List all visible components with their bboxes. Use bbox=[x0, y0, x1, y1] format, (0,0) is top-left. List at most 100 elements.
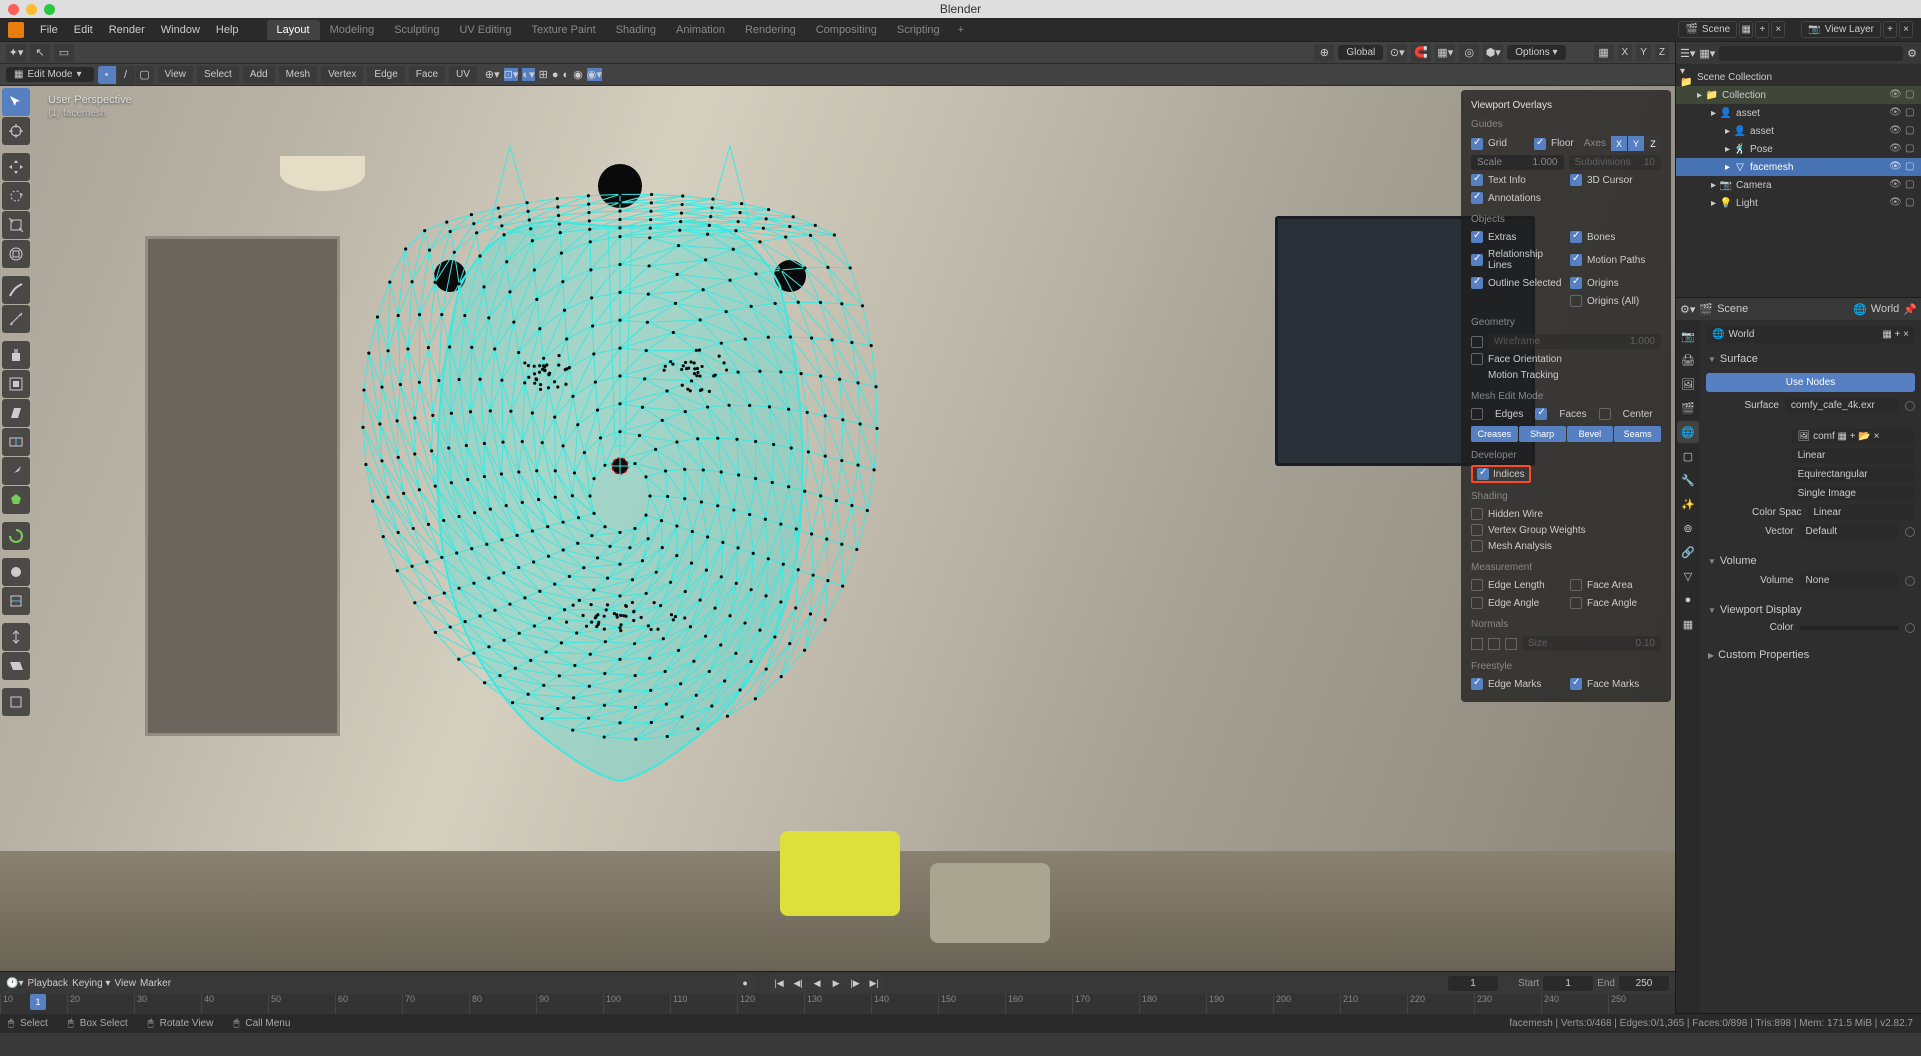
transform-tool[interactable] bbox=[2, 240, 30, 268]
edge-marks-checkbox[interactable] bbox=[1471, 678, 1483, 690]
viewlayer-new-button[interactable]: + bbox=[1883, 21, 1897, 38]
face-select-mode[interactable]: ▢ bbox=[136, 66, 154, 84]
edge-select-mode[interactable]: / bbox=[117, 66, 135, 84]
tl-view-menu[interactable]: View bbox=[114, 978, 136, 989]
shading-solid-icon[interactable]: ● bbox=[552, 69, 559, 81]
normal-vertex-btn[interactable] bbox=[1471, 638, 1483, 650]
normal-face-btn[interactable] bbox=[1505, 638, 1517, 650]
projection-select[interactable]: Equirectangular bbox=[1792, 467, 1915, 482]
wireframe-checkbox[interactable] bbox=[1471, 336, 1483, 348]
viewlayer-delete-button[interactable]: × bbox=[1899, 21, 1913, 38]
vp-color-field[interactable] bbox=[1800, 626, 1900, 630]
select-box-tool[interactable] bbox=[2, 88, 30, 116]
tab-sculpting[interactable]: Sculpting bbox=[384, 20, 449, 40]
tree-item-asset[interactable]: ▸ 👤asset👁▢ bbox=[1676, 122, 1921, 140]
motion-paths-checkbox[interactable] bbox=[1570, 254, 1582, 266]
region-tool[interactable] bbox=[2, 688, 30, 716]
cursor-tool-icon[interactable]: ↖ bbox=[30, 44, 50, 62]
origins-all-checkbox[interactable] bbox=[1570, 295, 1582, 307]
3d-cursor-checkbox[interactable] bbox=[1570, 174, 1582, 186]
smooth-tool[interactable] bbox=[2, 558, 30, 586]
move-tool[interactable] bbox=[2, 153, 30, 181]
outliner-filter-icon[interactable]: ⚙ bbox=[1907, 47, 1917, 60]
vertex-select-mode[interactable]: • bbox=[98, 66, 116, 84]
scale-tool[interactable] bbox=[2, 211, 30, 239]
wireframe-field[interactable]: Wireframe1.000 bbox=[1488, 334, 1661, 349]
props-editor-icon[interactable]: ⚙▾ bbox=[1680, 303, 1695, 316]
axis-x-button[interactable]: X bbox=[1611, 136, 1627, 151]
measure-tool[interactable] bbox=[2, 305, 30, 333]
bones-checkbox[interactable] bbox=[1570, 231, 1582, 243]
tab-layout[interactable]: Layout bbox=[267, 20, 320, 40]
sharp-button[interactable]: Sharp bbox=[1519, 426, 1566, 442]
world-datablock[interactable]: 🌐 World▦ + × bbox=[1706, 326, 1915, 343]
xyz-axis-y[interactable]: Y bbox=[1636, 44, 1651, 61]
edge-angle-checkbox[interactable] bbox=[1471, 597, 1483, 609]
axis-z-button[interactable]: Z bbox=[1645, 136, 1661, 151]
physics-tab[interactable]: ⊚ bbox=[1677, 517, 1699, 539]
outliner-search-input[interactable] bbox=[1719, 46, 1903, 61]
file-menu[interactable]: File bbox=[32, 21, 66, 39]
seams-button[interactable]: Seams bbox=[1614, 426, 1661, 442]
gizmo-toggle-icon[interactable]: ⊕▾ bbox=[485, 68, 500, 81]
viewlayer-selector[interactable]: 📷 View Layer bbox=[1801, 21, 1881, 38]
mesh-faces-checkbox[interactable] bbox=[1535, 408, 1547, 420]
window-menu[interactable]: Window bbox=[153, 21, 208, 39]
face-angle-checkbox[interactable] bbox=[1570, 597, 1582, 609]
view-menu[interactable]: View bbox=[158, 66, 194, 83]
face-menu[interactable]: Face bbox=[409, 66, 445, 83]
outline-sel-checkbox[interactable] bbox=[1471, 277, 1483, 289]
tree-item-asset[interactable]: ▸ 👤asset👁▢ bbox=[1676, 104, 1921, 122]
snap-icon[interactable]: 🧲 bbox=[1411, 44, 1431, 62]
vertex-menu[interactable]: Vertex bbox=[321, 66, 363, 83]
orientation-icon[interactable]: ⊕ bbox=[1314, 44, 1334, 62]
polybuild-tool[interactable] bbox=[2, 486, 30, 514]
scene-new-button[interactable]: + bbox=[1755, 21, 1769, 38]
cursor-tool[interactable] bbox=[2, 117, 30, 145]
scene-browse-button[interactable]: ▦ bbox=[1739, 21, 1753, 38]
mesh-edges-checkbox[interactable] bbox=[1471, 408, 1483, 420]
tree-item-collection[interactable]: ▸ 📁Collection👁▢ bbox=[1676, 86, 1921, 104]
text-info-checkbox[interactable] bbox=[1471, 174, 1483, 186]
loopcut-tool[interactable] bbox=[2, 428, 30, 456]
xray-toggle-icon[interactable]: ◐▾ bbox=[522, 68, 534, 81]
knife-tool[interactable] bbox=[2, 457, 30, 485]
select-tool-icon[interactable]: ▭ bbox=[54, 44, 74, 62]
close-window-button[interactable] bbox=[8, 4, 19, 15]
keyframe-next-button[interactable]: |▶ bbox=[846, 975, 864, 991]
rel-lines-checkbox[interactable] bbox=[1471, 254, 1483, 266]
output-tab[interactable]: 🖨 bbox=[1677, 349, 1699, 371]
custom-props-panel-header[interactable]: Custom Properties bbox=[1706, 645, 1915, 665]
imagemode-select[interactable]: Single Image bbox=[1792, 486, 1915, 501]
normal-size-field[interactable]: Size0.10 bbox=[1522, 636, 1661, 651]
options-dropdown[interactable]: Options ▾ bbox=[1507, 45, 1565, 60]
extras-checkbox[interactable] bbox=[1471, 231, 1483, 243]
proportional-falloff-icon[interactable]: ⬢▾ bbox=[1483, 44, 1503, 62]
tree-item-facemesh[interactable]: ▸ ▽facemesh👁▢ bbox=[1676, 158, 1921, 176]
timeline-editor-icon[interactable]: 🕐▾ bbox=[6, 978, 23, 989]
face-area-checkbox[interactable] bbox=[1570, 579, 1582, 591]
jump-end-button[interactable]: ▶| bbox=[865, 975, 883, 991]
material-tab[interactable]: ● bbox=[1677, 589, 1699, 611]
tab-compositing[interactable]: Compositing bbox=[806, 20, 887, 40]
transform-orientation[interactable]: Global bbox=[1338, 45, 1383, 60]
scene-tab[interactable]: 🎬 bbox=[1677, 397, 1699, 419]
timeline-ruler[interactable]: 1 10203040506070809010011012013014015016… bbox=[0, 994, 1675, 1014]
xyz-axis-x[interactable]: X bbox=[1618, 44, 1633, 61]
snap-mode-icon[interactable]: ▦▾ bbox=[1435, 44, 1455, 62]
tree-item-camera[interactable]: ▸ 📷Camera👁▢ bbox=[1676, 176, 1921, 194]
editor-type-button[interactable]: ✦▾ bbox=[6, 44, 26, 62]
hidden-wire-checkbox[interactable] bbox=[1471, 508, 1483, 520]
tab-scripting[interactable]: Scripting bbox=[887, 20, 950, 40]
tab-uv-editing[interactable]: UV Editing bbox=[449, 20, 521, 40]
3d-viewport-canvas[interactable]: User Perspective (1) facemesh bbox=[0, 86, 1675, 971]
shrink-fatten-tool[interactable] bbox=[2, 623, 30, 651]
outliner-display-icon[interactable]: ▦▾ bbox=[1699, 47, 1715, 60]
modifier-tab[interactable]: 🔧 bbox=[1677, 469, 1699, 491]
scene-selector[interactable]: 🎬 Scene bbox=[1678, 21, 1737, 38]
mesh-center-checkbox[interactable] bbox=[1599, 408, 1611, 420]
play-forward-button[interactable]: ▶ bbox=[827, 975, 845, 991]
playhead[interactable]: 1 bbox=[30, 994, 46, 1010]
floor-checkbox[interactable] bbox=[1534, 138, 1546, 150]
visibility-toggle-icon[interactable]: ▦ bbox=[1594, 44, 1614, 62]
